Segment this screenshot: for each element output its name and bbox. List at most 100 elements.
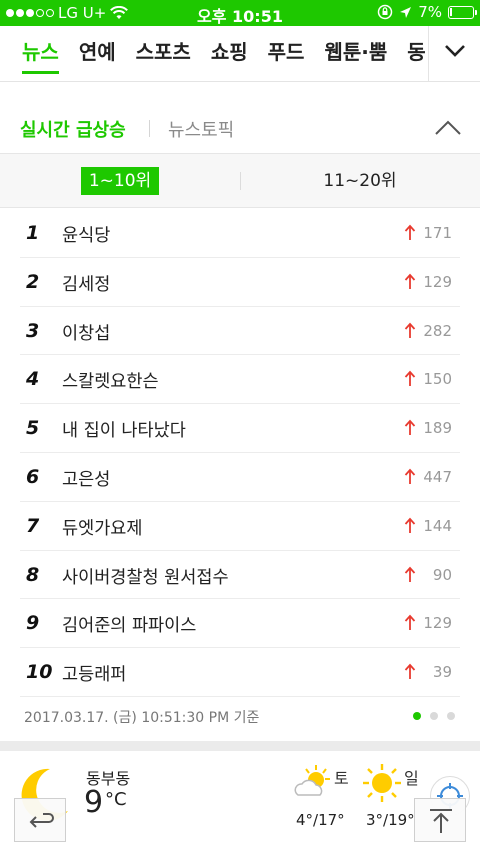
category-menu-button[interactable] bbox=[429, 26, 480, 81]
trending-keyword-row[interactable]: 1 윤식당 171 bbox=[20, 209, 460, 258]
trending-keyword-row[interactable]: 7 듀엣가요제 144 bbox=[20, 502, 460, 551]
keyword-text: 김세정 bbox=[62, 274, 111, 295]
rank-number: 9 bbox=[26, 612, 40, 635]
trending-keyword-row[interactable]: 4 스칼렛요한슨 150 bbox=[20, 355, 460, 405]
rank-range-tabs: 1~10위 11~20위 bbox=[0, 153, 480, 208]
trending-keyword-row[interactable]: 6 고은성 447 bbox=[20, 453, 460, 502]
keyword-text: 듀엣가요제 bbox=[62, 518, 143, 539]
updated-timestamp: 2017.03.17. (금) 10:51:30 PM 기준 bbox=[24, 710, 260, 726]
rank-number: 2 bbox=[26, 270, 40, 293]
rise-arrow-icon bbox=[404, 273, 416, 289]
scroll-to-top-button[interactable] bbox=[414, 798, 466, 842]
rise-count: 447 bbox=[423, 467, 452, 486]
rise-count: 129 bbox=[423, 614, 452, 633]
tab-category[interactable]: 스포츠 bbox=[136, 26, 191, 78]
trending-keyword-row[interactable]: 2 김세정 129 bbox=[20, 258, 460, 307]
tab-news-topic[interactable]: 뉴스토픽 bbox=[168, 116, 234, 142]
tab-rank-1-10[interactable]: 1~10위 bbox=[0, 154, 240, 208]
tab-category[interactable]: 동영상 bbox=[407, 26, 425, 78]
location-arrow-icon bbox=[400, 6, 412, 18]
trending-keyword-row[interactable]: 10 고등래퍼 39 bbox=[20, 648, 460, 697]
rank-range-label: 11~20위 bbox=[323, 171, 397, 191]
trending-keyword-row[interactable]: 9 김어준의 파파이스 129 bbox=[20, 599, 460, 649]
tab-category[interactable]: 뉴스 bbox=[22, 26, 59, 78]
forecast-day: 일 bbox=[404, 769, 419, 788]
rise-arrow-icon bbox=[404, 322, 416, 338]
forecast-day: 토 bbox=[334, 769, 349, 788]
trending-keyword-row[interactable]: 3 이창섭 282 bbox=[20, 307, 460, 356]
keyword-text: 고은성 bbox=[62, 469, 111, 490]
rank-number: 1 bbox=[26, 222, 40, 244]
keyword-text: 사이버경찰청 원서접수 bbox=[62, 567, 229, 588]
tab-category[interactable]: 쇼핑 bbox=[211, 26, 248, 78]
rise-count: 39 bbox=[432, 663, 452, 682]
tab-rank-11-20[interactable]: 11~20위 bbox=[240, 154, 480, 208]
page-dot[interactable] bbox=[447, 712, 455, 720]
temperature-unit: °C bbox=[105, 789, 127, 810]
rank-number: 7 bbox=[26, 514, 40, 537]
rank-number: 3 bbox=[26, 319, 40, 342]
rise-arrow-icon bbox=[404, 517, 416, 533]
arrow-up-icon bbox=[430, 809, 452, 833]
keyword-text: 김어준의 파파이스 bbox=[62, 616, 197, 637]
rise-arrow-icon bbox=[404, 371, 416, 387]
keyword-text: 내 집이 나타났다 bbox=[62, 421, 186, 442]
page-dot[interactable] bbox=[413, 712, 421, 720]
sunny-icon bbox=[363, 764, 401, 802]
rise-count: 150 bbox=[423, 370, 452, 389]
keyword-text: 이창섭 bbox=[62, 323, 111, 344]
status-right: 7% bbox=[377, 3, 477, 21]
tab-category[interactable]: 연예 bbox=[79, 26, 116, 78]
trending-footer: 2017.03.17. (금) 10:51:30 PM 기준 bbox=[0, 699, 480, 735]
keyword-text: 윤식당 bbox=[62, 226, 111, 246]
category-nav: 뉴스 연예 스포츠 쇼핑 푸드 웹툰·뿜 동영상 bbox=[0, 26, 480, 82]
rise-count: 282 bbox=[423, 321, 452, 340]
battery-icon bbox=[448, 5, 477, 19]
trending-keywords-card: 실시간 급상승 뉴스토픽 1~10위 11~20위 1 윤식당 171 2 김세정 129… bbox=[0, 101, 480, 741]
header-divider bbox=[149, 120, 150, 137]
rise-count: 90 bbox=[432, 565, 452, 584]
trending-keyword-list: 1 윤식당 171 2 김세정 129 3 이창섭 282 4 스칼렛요한슨 150 5 내 집이 나타났… bbox=[0, 209, 480, 697]
rotation-lock-icon bbox=[377, 4, 393, 20]
forecast-range: 3°/19° bbox=[366, 811, 415, 829]
tab-realtime-rising[interactable]: 실시간 급상승 bbox=[20, 116, 126, 142]
rank-number: 5 bbox=[26, 417, 40, 440]
return-arrow-icon bbox=[29, 813, 54, 828]
weather-widget[interactable]: 동부동 9 °C 토 4°/17° 일 3°/19° bbox=[0, 751, 480, 854]
rise-arrow-icon bbox=[404, 419, 416, 436]
rise-arrow-icon bbox=[404, 615, 416, 631]
keyword-text: 고등래퍼 bbox=[62, 665, 127, 686]
trending-keyword-row[interactable]: 5 내 집이 나타났다 189 bbox=[20, 404, 460, 453]
page-indicator bbox=[413, 712, 455, 720]
section-divider bbox=[0, 741, 480, 751]
trending-keyword-row[interactable]: 8 사이버경찰청 원서접수 90 bbox=[20, 551, 460, 600]
rank-number: 4 bbox=[26, 368, 40, 391]
rise-count: 171 bbox=[423, 224, 452, 242]
chevron-down-icon bbox=[445, 45, 465, 57]
rise-arrow-icon bbox=[404, 224, 416, 240]
rank-number: 10 bbox=[26, 661, 53, 684]
tab-category[interactable]: 푸드 bbox=[268, 26, 305, 78]
rise-arrow-icon bbox=[404, 468, 416, 484]
battery-percent: 7% bbox=[418, 3, 442, 21]
rise-arrow-icon bbox=[404, 663, 416, 680]
rise-count: 144 bbox=[423, 516, 452, 535]
forecast-saturday: 토 4°/17° bbox=[292, 763, 362, 843]
current-temperature: 9 bbox=[84, 785, 104, 820]
rise-count: 129 bbox=[423, 272, 452, 291]
rise-count: 189 bbox=[423, 419, 452, 438]
category-tabs: 뉴스 연예 스포츠 쇼핑 푸드 웹툰·뿜 동영상 bbox=[0, 26, 425, 81]
rank-range-label: 1~10위 bbox=[80, 167, 160, 195]
keyword-text: 스칼렛요한슨 bbox=[62, 372, 159, 393]
trending-card-header: 실시간 급상승 뉴스토픽 bbox=[0, 101, 480, 153]
status-bar: LG U+ 오후 10:51 7% bbox=[0, 0, 480, 26]
page-dot[interactable] bbox=[430, 712, 438, 720]
rise-arrow-icon bbox=[404, 566, 416, 582]
rank-number: 8 bbox=[26, 563, 40, 586]
rank-number: 6 bbox=[26, 465, 40, 488]
chevron-up-icon[interactable] bbox=[432, 115, 464, 141]
back-button[interactable] bbox=[14, 798, 66, 842]
tab-category[interactable]: 웹툰·뿜 bbox=[324, 26, 387, 78]
forecast-range: 4°/17° bbox=[296, 811, 345, 829]
partly-sunny-icon bbox=[294, 765, 330, 796]
